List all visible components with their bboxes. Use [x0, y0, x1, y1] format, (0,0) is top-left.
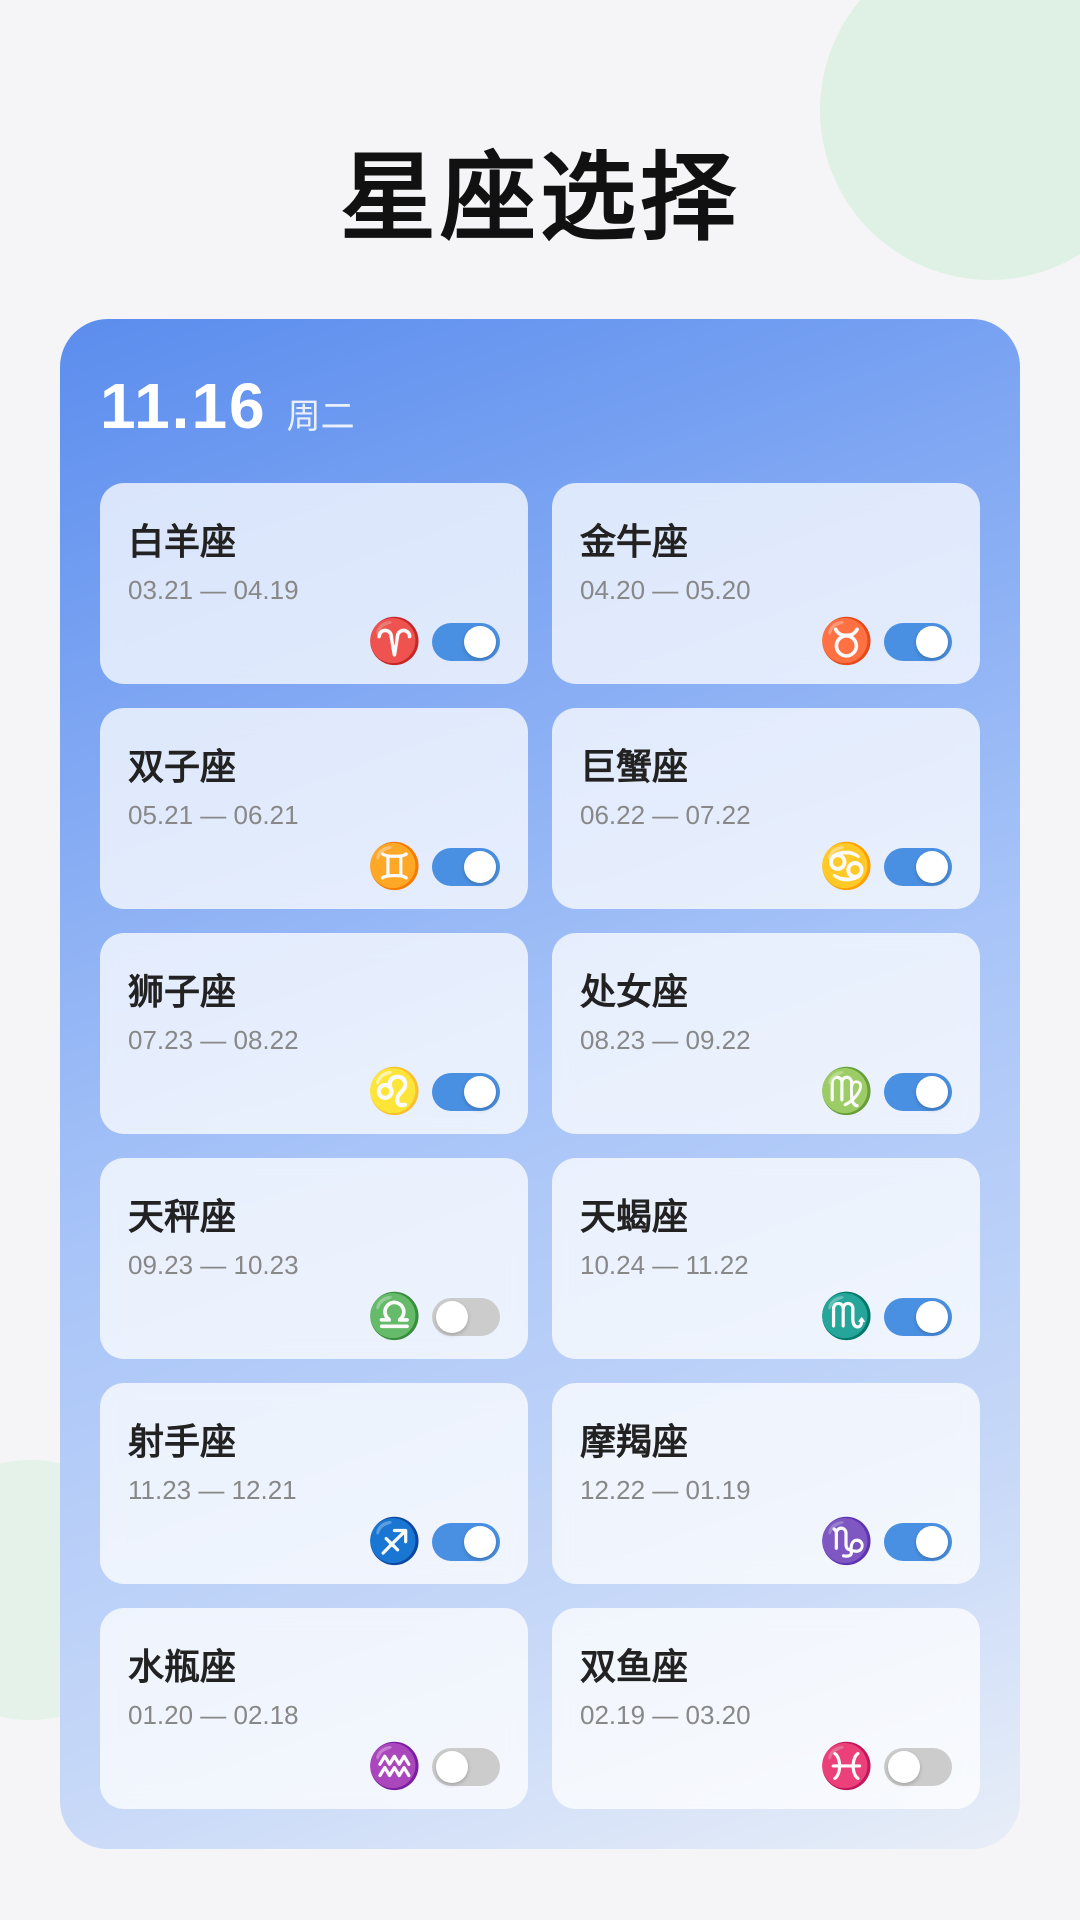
- zodiac-name: 处女座: [580, 963, 952, 1015]
- zodiac-bottom: ♑: [580, 1520, 952, 1564]
- zodiac-symbol: ♐: [367, 1520, 422, 1564]
- zodiac-name: 射手座: [128, 1413, 500, 1465]
- zodiac-name: 巨蟹座: [580, 738, 952, 790]
- zodiac-date: 12.22 — 01.19: [580, 1475, 952, 1506]
- zodiac-toggle[interactable]: [884, 848, 952, 886]
- zodiac-toggle[interactable]: [432, 1298, 500, 1336]
- zodiac-bottom: ♐: [128, 1520, 500, 1564]
- zodiac-card[interactable]: 白羊座 03.21 — 04.19 ♈: [100, 483, 528, 684]
- zodiac-toggle[interactable]: [884, 1523, 952, 1561]
- main-card: 11.16 周二 白羊座 03.21 — 04.19 ♈ 金牛座 04.20 —…: [60, 319, 1020, 1849]
- zodiac-card[interactable]: 巨蟹座 06.22 — 07.22 ♋: [552, 708, 980, 909]
- zodiac-name: 天秤座: [128, 1188, 500, 1240]
- zodiac-symbol: ♓: [819, 1745, 874, 1789]
- zodiac-toggle[interactable]: [884, 623, 952, 661]
- zodiac-name: 摩羯座: [580, 1413, 952, 1465]
- zodiac-date: 04.20 — 05.20: [580, 575, 952, 606]
- zodiac-toggle[interactable]: [432, 1523, 500, 1561]
- zodiac-card[interactable]: 摩羯座 12.22 — 01.19 ♑: [552, 1383, 980, 1584]
- zodiac-card[interactable]: 水瓶座 01.20 — 02.18 ♒: [100, 1608, 528, 1809]
- zodiac-symbol: ♊: [367, 845, 422, 889]
- zodiac-name: 天蝎座: [580, 1188, 952, 1240]
- weekday-text: 周二: [287, 389, 355, 438]
- zodiac-card[interactable]: 狮子座 07.23 — 08.22 ♌: [100, 933, 528, 1134]
- zodiac-symbol: ♑: [819, 1520, 874, 1564]
- zodiac-bottom: ♈: [128, 620, 500, 664]
- zodiac-bottom: ♒: [128, 1745, 500, 1789]
- zodiac-symbol: ♏: [819, 1295, 874, 1339]
- zodiac-bottom: ♓: [580, 1745, 952, 1789]
- date-header: 11.16 周二: [100, 369, 980, 443]
- zodiac-toggle[interactable]: [432, 1748, 500, 1786]
- zodiac-card[interactable]: 处女座 08.23 — 09.22 ♍: [552, 933, 980, 1134]
- zodiac-date: 02.19 — 03.20: [580, 1700, 952, 1731]
- zodiac-card[interactable]: 双子座 05.21 — 06.21 ♊: [100, 708, 528, 909]
- zodiac-card[interactable]: 金牛座 04.20 — 05.20 ♉: [552, 483, 980, 684]
- zodiac-toggle[interactable]: [432, 848, 500, 886]
- zodiac-symbol: ♍: [819, 1070, 874, 1114]
- zodiac-date: 07.23 — 08.22: [128, 1025, 500, 1056]
- zodiac-bottom: ♊: [128, 845, 500, 889]
- zodiac-name: 双鱼座: [580, 1638, 952, 1690]
- zodiac-bottom: ♏: [580, 1295, 952, 1339]
- zodiac-symbol: ♒: [367, 1745, 422, 1789]
- zodiac-grid: 白羊座 03.21 — 04.19 ♈ 金牛座 04.20 — 05.20 ♉ …: [100, 483, 980, 1809]
- zodiac-toggle[interactable]: [884, 1073, 952, 1111]
- zodiac-symbol: ♋: [819, 845, 874, 889]
- zodiac-name: 狮子座: [128, 963, 500, 1015]
- zodiac-toggle[interactable]: [884, 1298, 952, 1336]
- zodiac-card[interactable]: 射手座 11.23 — 12.21 ♐: [100, 1383, 528, 1584]
- zodiac-toggle[interactable]: [432, 623, 500, 661]
- zodiac-symbol: ♈: [367, 620, 422, 664]
- zodiac-date: 11.23 — 12.21: [128, 1475, 500, 1506]
- zodiac-name: 双子座: [128, 738, 500, 790]
- zodiac-card[interactable]: 双鱼座 02.19 — 03.20 ♓: [552, 1608, 980, 1809]
- zodiac-name: 金牛座: [580, 513, 952, 565]
- date-text: 11.16: [100, 369, 267, 443]
- zodiac-bottom: ♉: [580, 620, 952, 664]
- zodiac-symbol: ♎: [367, 1295, 422, 1339]
- zodiac-toggle[interactable]: [884, 1748, 952, 1786]
- zodiac-name: 水瓶座: [128, 1638, 500, 1690]
- zodiac-date: 03.21 — 04.19: [128, 575, 500, 606]
- zodiac-bottom: ♌: [128, 1070, 500, 1114]
- zodiac-bottom: ♍: [580, 1070, 952, 1114]
- zodiac-date: 01.20 — 02.18: [128, 1700, 500, 1731]
- zodiac-card[interactable]: 天蝎座 10.24 — 11.22 ♏: [552, 1158, 980, 1359]
- zodiac-bottom: ♋: [580, 845, 952, 889]
- zodiac-toggle[interactable]: [432, 1073, 500, 1111]
- zodiac-card[interactable]: 天秤座 09.23 — 10.23 ♎: [100, 1158, 528, 1359]
- zodiac-date: 10.24 — 11.22: [580, 1250, 952, 1281]
- zodiac-date: 06.22 — 07.22: [580, 800, 952, 831]
- page-title: 星座选择: [0, 0, 1080, 319]
- zodiac-name: 白羊座: [128, 513, 500, 565]
- zodiac-symbol: ♌: [367, 1070, 422, 1114]
- zodiac-date: 08.23 — 09.22: [580, 1025, 952, 1056]
- zodiac-symbol: ♉: [819, 620, 874, 664]
- zodiac-date: 09.23 — 10.23: [128, 1250, 500, 1281]
- zodiac-bottom: ♎: [128, 1295, 500, 1339]
- zodiac-date: 05.21 — 06.21: [128, 800, 500, 831]
